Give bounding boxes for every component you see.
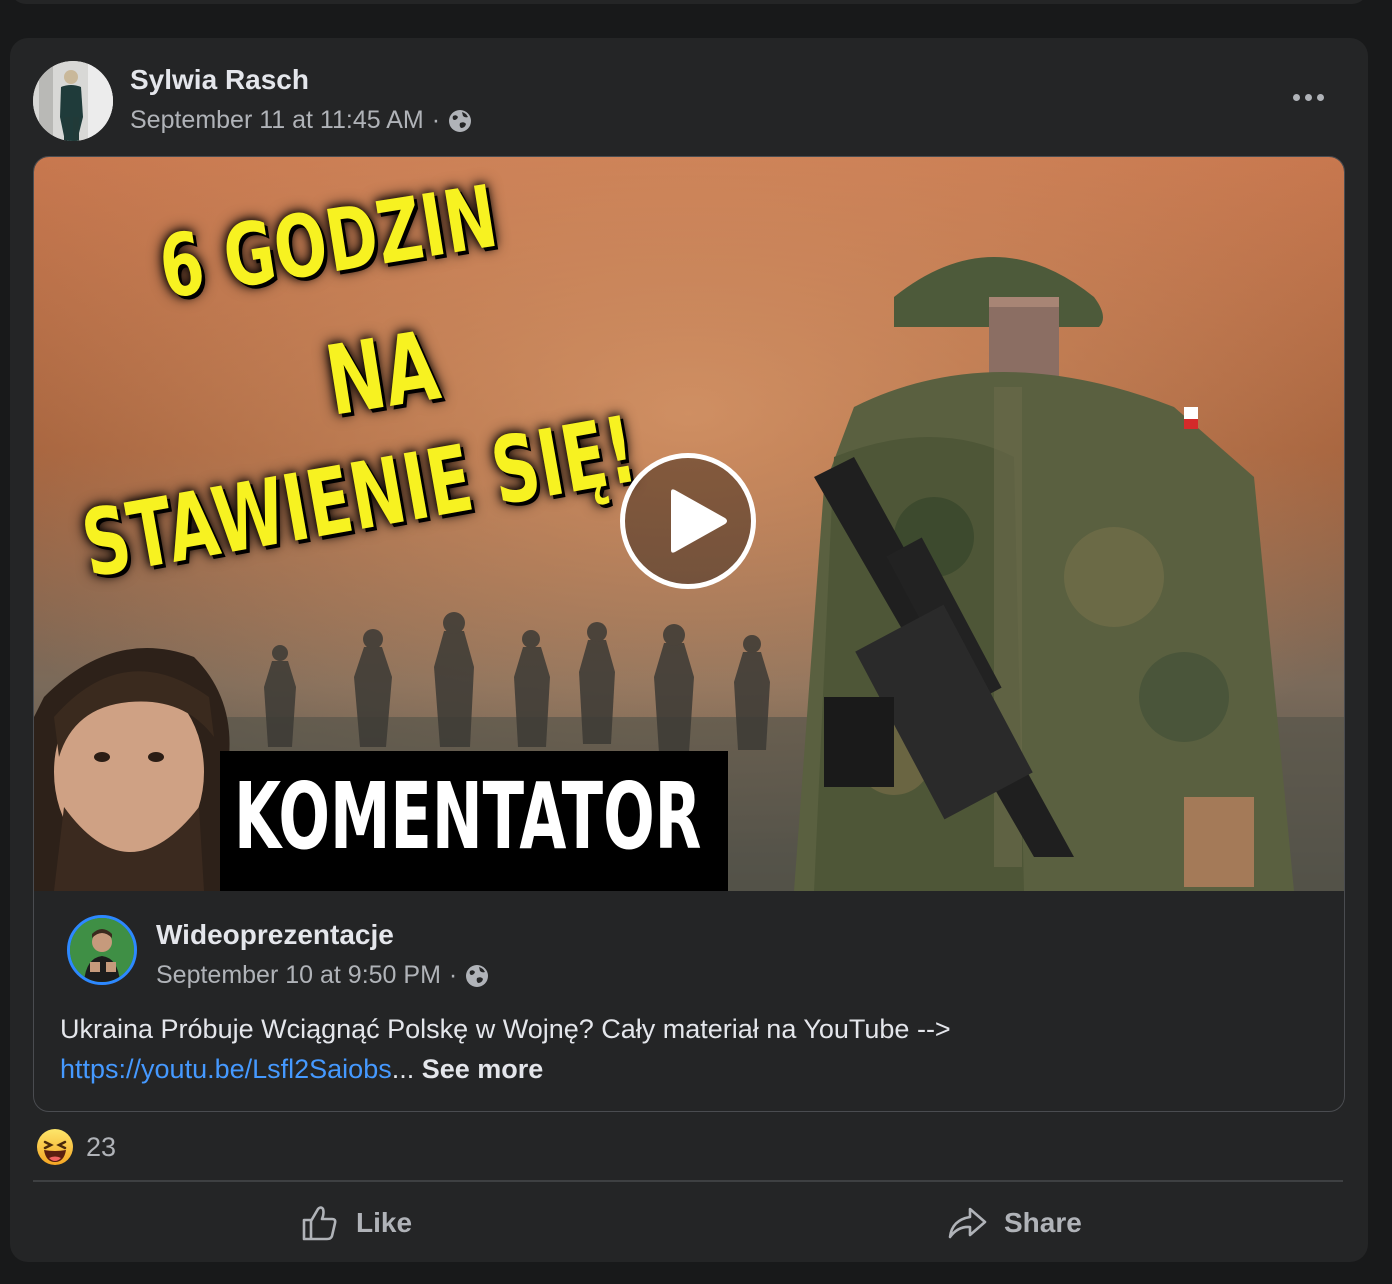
globe-icon[interactable] (448, 109, 472, 133)
thumbnail-caption: KOMENTATOR (234, 763, 702, 870)
thumbnail-headline-line-2: NA (318, 309, 447, 438)
reactions-summary[interactable]: 23 (36, 1128, 116, 1166)
shared-post-card[interactable]: 6 GODZIN NA STAWIENIE SIĘ! KOMENTATOR Wi… (33, 156, 1345, 1112)
more-options-button[interactable] (1286, 82, 1330, 112)
post-meta: September 11 at 11:45 AM · (130, 106, 472, 135)
actions-divider (33, 1180, 1343, 1182)
share-icon (948, 1207, 987, 1239)
post-author-name[interactable]: Sylwia Rasch (130, 64, 309, 96)
feed-post: Sylwia Rasch September 11 at 11:45 AM · (10, 38, 1368, 1262)
shared-post-timestamp[interactable]: September 10 at 9:50 PM (156, 961, 441, 990)
shared-author-name[interactable]: Wideoprezentacje (156, 919, 394, 951)
play-button[interactable] (620, 453, 756, 589)
like-label: Like (356, 1207, 413, 1238)
haha-emoji-icon (37, 1129, 73, 1165)
see-more-link[interactable]: See more (422, 1054, 544, 1084)
text-ellipsis: ... (391, 1054, 415, 1084)
video-thumbnail[interactable]: 6 GODZIN NA STAWIENIE SIĘ! KOMENTATOR (34, 157, 1344, 891)
shared-post-text: Ukraina Próbuje Wciągnąć Polskę w Wojnę?… (60, 1009, 1320, 1089)
share-button[interactable]: Share (946, 1194, 1082, 1252)
meta-separator: · (431, 106, 441, 134)
author-avatar[interactable] (33, 61, 113, 141)
previous-post-card (10, 0, 1368, 4)
ellipsis-icon (1292, 93, 1300, 101)
youtube-link[interactable]: https://youtu.be/Lsfl2Saiobs (60, 1054, 392, 1084)
meta-separator: · (448, 961, 458, 989)
play-icon (671, 489, 727, 553)
post-timestamp[interactable]: September 11 at 11:45 AM (130, 106, 424, 135)
shared-author-avatar[interactable] (67, 915, 137, 985)
like-button[interactable]: Like (300, 1194, 412, 1252)
shared-post-message: Ukraina Próbuje Wciągnąć Polskę w Wojnę?… (60, 1014, 951, 1044)
share-label: Share (1004, 1207, 1082, 1238)
thumbs-up-icon (302, 1206, 337, 1241)
reaction-count: 23 (86, 1131, 117, 1162)
globe-icon[interactable] (465, 964, 489, 988)
shared-post-meta: September 10 at 9:50 PM · (156, 961, 489, 990)
